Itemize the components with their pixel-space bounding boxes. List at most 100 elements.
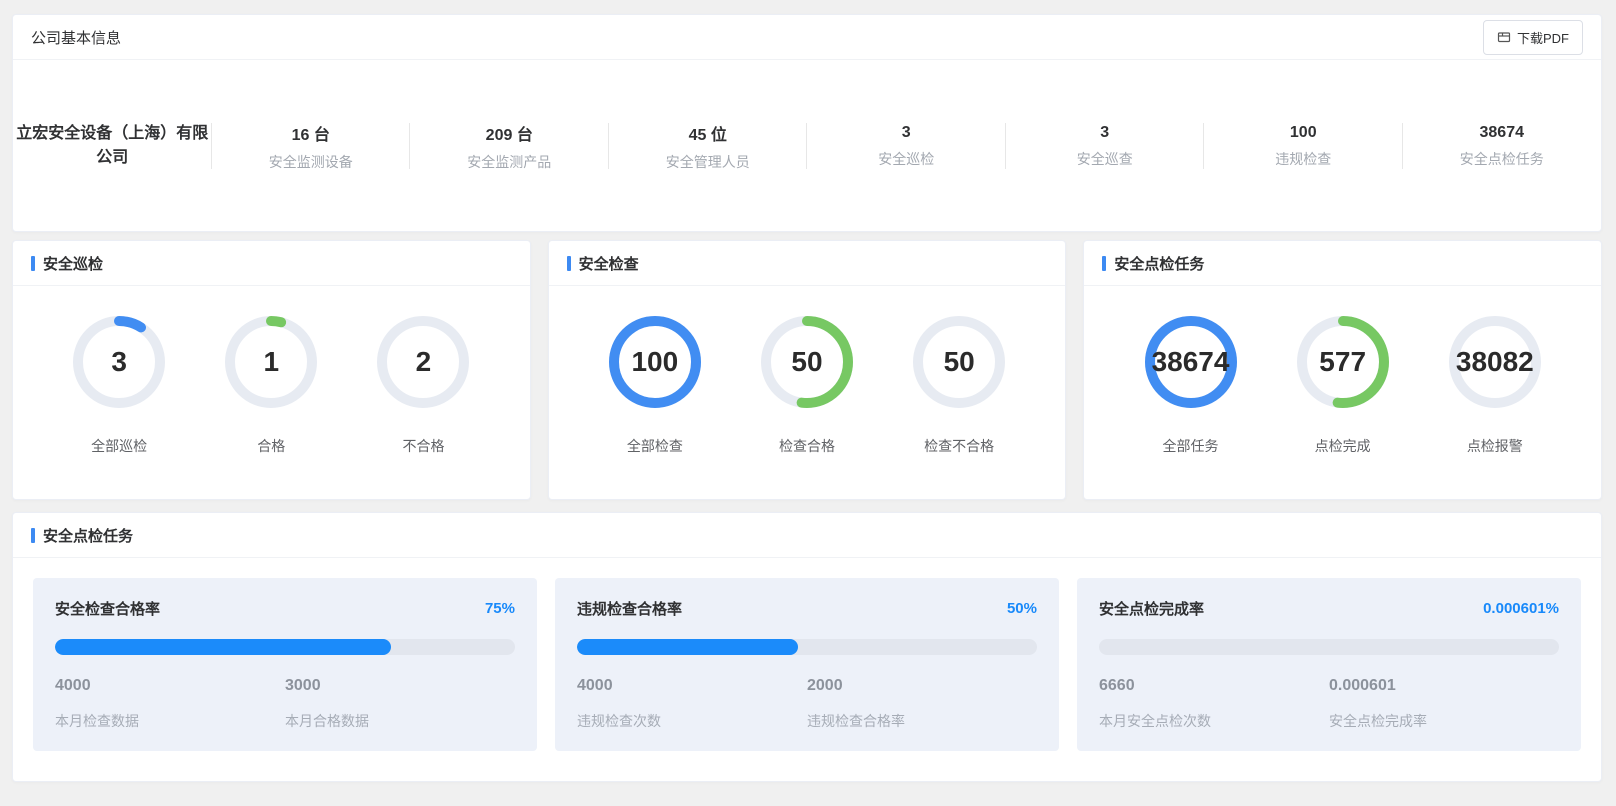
stat-label: 安全巡检 <box>878 149 934 169</box>
panel-stat: 6660 本月安全点检次数 <box>1099 677 1329 731</box>
card-header: 安全点检任务 <box>1084 241 1601 286</box>
panel-violation-pass-rate: 违规检查合格率 50% 4000 违规检查次数 2000 违规检查合格率 <box>555 578 1059 751</box>
panel-check-pass-rate: 安全检查合格率 75% 4000 本月检查数据 3000 本月合格数据 <box>33 578 537 751</box>
card-title: 安全点检任务 <box>1102 253 1204 274</box>
panel-percent: 75% <box>485 600 515 617</box>
stat-label: 安全巡查 <box>1077 149 1133 169</box>
company-card-title: 公司基本信息 <box>31 27 121 48</box>
panel-percent: 0.000601% <box>1483 600 1559 617</box>
ring-value: 38674 <box>1152 346 1230 378</box>
ring-label: 全部检查 <box>627 436 683 456</box>
ring-chart: 38082 <box>1449 316 1541 408</box>
ring-svg <box>73 395 165 412</box>
ring-value: 38082 <box>1456 346 1534 378</box>
ring-svg <box>913 395 1005 412</box>
card-header: 安全检查 <box>549 241 1066 286</box>
stat-value: 3 <box>1100 124 1109 142</box>
panel-stat-label: 安全点检完成率 <box>1329 711 1559 731</box>
card-header: 安全巡检 <box>13 241 530 286</box>
stat-safety-inspection: 3 安全巡检 <box>807 124 1006 169</box>
accent-bar <box>567 256 571 271</box>
ring-label: 全部巡检 <box>91 436 147 456</box>
panel-stat: 4000 违规检查次数 <box>577 677 807 731</box>
stat-monitor-products: 209 台 安全监测产品 <box>410 121 609 172</box>
ring-value: 50 <box>791 346 822 378</box>
accent-bar <box>31 528 35 543</box>
stat-value: 209 台 <box>486 121 533 145</box>
stat-safety-managers: 45 位 安全管理人员 <box>609 121 808 172</box>
ring-chart: 577 <box>1297 316 1389 408</box>
ring-svg <box>761 395 853 412</box>
ring-chart: 50 <box>761 316 853 408</box>
company-card-header: 公司基本信息 下载PDF <box>13 15 1601 60</box>
ring-cards-row: 安全巡检 3 全部巡检 1 合格 <box>12 240 1602 500</box>
panel-stat: 0.000601 安全点检完成率 <box>1329 677 1559 731</box>
panel-stat-value: 4000 <box>55 677 285 695</box>
stat-violation-check: 100 违规检查 <box>1204 124 1403 169</box>
rings-row: 38674 全部任务 577 点检完成 38082 点检报 <box>1084 286 1601 456</box>
ring-value: 50 <box>944 346 975 378</box>
company-stats-row: 立宏安全设备（上海）有限公司 16 台 安全监测设备 209 台 安全监测产品 … <box>13 60 1601 232</box>
stat-value: 100 <box>1290 124 1317 142</box>
panel-title: 安全点检完成率 <box>1099 598 1204 619</box>
card-title: 安全检查 <box>567 253 639 274</box>
stat-label: 安全点检任务 <box>1460 149 1544 169</box>
download-pdf-button[interactable]: 下载PDF <box>1483 20 1583 55</box>
ring-svg <box>1145 395 1237 412</box>
ring-label: 点检完成 <box>1315 436 1371 456</box>
ring-chart: 50 <box>913 316 1005 408</box>
panel-percent: 50% <box>1007 600 1037 617</box>
ring-chart: 2 <box>377 316 469 408</box>
stat-value: 3 <box>902 124 911 142</box>
ring-value: 2 <box>416 346 432 378</box>
card-safety-inspection: 安全巡检 3 全部巡检 1 合格 <box>12 240 531 500</box>
card-title: 安全巡检 <box>31 253 103 274</box>
ring-qualified: 1 合格 <box>225 316 317 456</box>
stat-label: 安全管理人员 <box>666 152 750 172</box>
panel-title: 违规检查合格率 <box>577 598 682 619</box>
panel-stat-label: 违规检查合格率 <box>807 711 1037 731</box>
panel-stat: 4000 本月检查数据 <box>55 677 285 731</box>
stat-value: 16 台 <box>292 121 330 145</box>
progress-track <box>55 639 515 655</box>
card-safety-check: 安全检查 100 全部检查 50 检查合格 <box>548 240 1067 500</box>
ring-value: 1 <box>264 346 280 378</box>
ring-label: 点检报警 <box>1467 436 1523 456</box>
ring-value: 577 <box>1319 346 1366 378</box>
panel-stat-value: 0.000601 <box>1329 677 1559 695</box>
panel-stat-label: 违规检查次数 <box>577 711 807 731</box>
ring-check-qualified: 50 检查合格 <box>761 316 853 456</box>
accent-bar <box>31 256 35 271</box>
progress-panels-row: 安全检查合格率 75% 4000 本月检查数据 3000 本月合格数据 <box>13 558 1601 771</box>
ring-label: 检查不合格 <box>924 436 994 456</box>
progress-card-header: 安全点检任务 <box>13 513 1601 558</box>
ring-tasks-alarm: 38082 点检报警 <box>1449 316 1541 456</box>
company-name: 立宏安全设备（上海）有限公司 <box>13 122 212 170</box>
ring-tasks-done: 577 点检完成 <box>1297 316 1389 456</box>
rings-row: 3 全部巡检 1 合格 2 不合格 <box>13 286 530 456</box>
ring-unqualified: 2 不合格 <box>377 316 469 456</box>
panel-stat-value: 6660 <box>1099 677 1329 695</box>
ring-svg <box>377 395 469 412</box>
stat-label: 安全监测产品 <box>467 152 551 172</box>
stat-label: 违规检查 <box>1275 149 1331 169</box>
progress-fill <box>577 639 798 655</box>
ring-chart: 100 <box>609 316 701 408</box>
ring-all-tasks: 38674 全部任务 <box>1145 316 1237 456</box>
ring-chart: 3 <box>73 316 165 408</box>
stat-value: 45 位 <box>689 121 727 145</box>
ring-check-unqualified: 50 检查不合格 <box>913 316 1005 456</box>
panel-stat: 2000 违规检查合格率 <box>807 677 1037 731</box>
progress-track <box>577 639 1037 655</box>
stat-value: 38674 <box>1480 124 1525 142</box>
progress-track <box>1099 639 1559 655</box>
panel-stat-value: 2000 <box>807 677 1037 695</box>
rings-row: 100 全部检查 50 检查合格 50 检查不合格 <box>549 286 1066 456</box>
ring-value: 100 <box>631 346 678 378</box>
dashboard: 公司基本信息 下载PDF 立宏安全设备（上海）有限公司 16 台 安全监测设备 <box>12 14 1602 782</box>
stat-company-name: 立宏安全设备（上海）有限公司 <box>13 122 212 170</box>
ring-label: 不合格 <box>402 436 444 456</box>
ring-label: 全部任务 <box>1163 436 1219 456</box>
ring-svg <box>1449 395 1541 412</box>
ring-label: 检查合格 <box>779 436 835 456</box>
